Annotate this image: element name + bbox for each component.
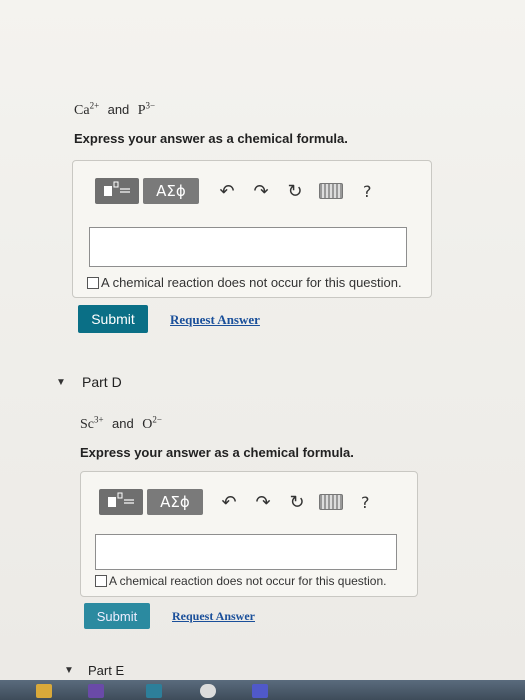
part-c-answer-box: ΑΣϕ ↶ ↷ ↻ ? A chemical reaction does not…: [72, 160, 432, 298]
no-reaction-label: A chemical reaction does not occur for t…: [109, 574, 387, 588]
part-d-title[interactable]: Part D: [82, 374, 122, 390]
part-e-title[interactable]: Part E: [88, 663, 124, 678]
part-c-answer-input[interactable]: [89, 227, 407, 267]
ion-1: Sc3+: [80, 414, 104, 432]
part-d-ions: Sc3+ and O2−: [80, 414, 162, 433]
reset-icon[interactable]: ↻: [287, 492, 307, 513]
part-c-request-answer-link[interactable]: Request Answer: [170, 312, 260, 328]
no-reaction-checkbox[interactable]: [95, 575, 107, 587]
redo-icon[interactable]: ↷: [253, 492, 273, 513]
caret-down-icon[interactable]: ▼: [64, 665, 74, 676]
symbols-button[interactable]: ΑΣϕ: [147, 489, 203, 515]
undo-icon[interactable]: ↶: [219, 492, 239, 513]
templates-button[interactable]: [95, 178, 139, 204]
part-c-instruction: Express your answer as a chemical formul…: [74, 131, 348, 146]
keyboard-icon[interactable]: [319, 183, 343, 199]
page: Ca2+ and P3− Express your answer as a ch…: [0, 0, 525, 680]
part-c-no-reaction-option[interactable]: A chemical reaction does not occur for t…: [87, 275, 402, 290]
part-d-instruction: Express your answer as a chemical formul…: [80, 445, 354, 460]
app-icon[interactable]: [146, 684, 162, 698]
ion-1: Ca2+: [74, 100, 100, 118]
templates-icon: [102, 181, 132, 202]
part-c-ions: Ca2+ and P3−: [74, 100, 155, 119]
part-d-toolbar: ΑΣϕ ↶ ↷ ↻ ?: [99, 489, 370, 515]
templates-icon: [106, 492, 136, 513]
teams-icon[interactable]: [252, 684, 268, 698]
part-d-answer-input[interactable]: [95, 534, 397, 570]
templates-button[interactable]: [99, 489, 143, 515]
ion-2: P3−: [137, 100, 156, 118]
part-d-answer-box: ΑΣϕ ↶ ↷ ↻ ? A chemical reaction does not…: [80, 471, 418, 597]
part-d-request-answer-link[interactable]: Request Answer: [172, 609, 255, 624]
taskbar: [0, 680, 525, 700]
app-icon[interactable]: [88, 684, 104, 698]
part-c-toolbar: ΑΣϕ ↶ ↷ ↻ ?: [95, 178, 372, 204]
part-d-submit-button[interactable]: Submit: [84, 603, 150, 629]
no-reaction-checkbox[interactable]: [87, 276, 99, 289]
reset-icon[interactable]: ↻: [285, 181, 305, 202]
file-explorer-icon[interactable]: [36, 684, 52, 698]
ion-joiner: and: [112, 415, 134, 431]
ion-joiner: and: [107, 101, 130, 117]
redo-icon[interactable]: ↷: [251, 181, 271, 202]
no-reaction-label: A chemical reaction does not occur for t…: [101, 275, 402, 290]
caret-down-icon[interactable]: ▼: [56, 377, 66, 388]
part-d-no-reaction-option[interactable]: A chemical reaction does not occur for t…: [95, 574, 386, 588]
ion-2: O2−: [142, 414, 162, 432]
app-icon[interactable]: [200, 684, 216, 698]
help-icon[interactable]: ?: [361, 493, 370, 512]
symbols-button[interactable]: ΑΣϕ: [143, 178, 199, 204]
part-c-submit-button[interactable]: Submit: [78, 305, 148, 333]
keyboard-icon[interactable]: [319, 494, 343, 510]
undo-icon[interactable]: ↶: [217, 181, 237, 202]
help-icon[interactable]: ?: [363, 182, 372, 201]
